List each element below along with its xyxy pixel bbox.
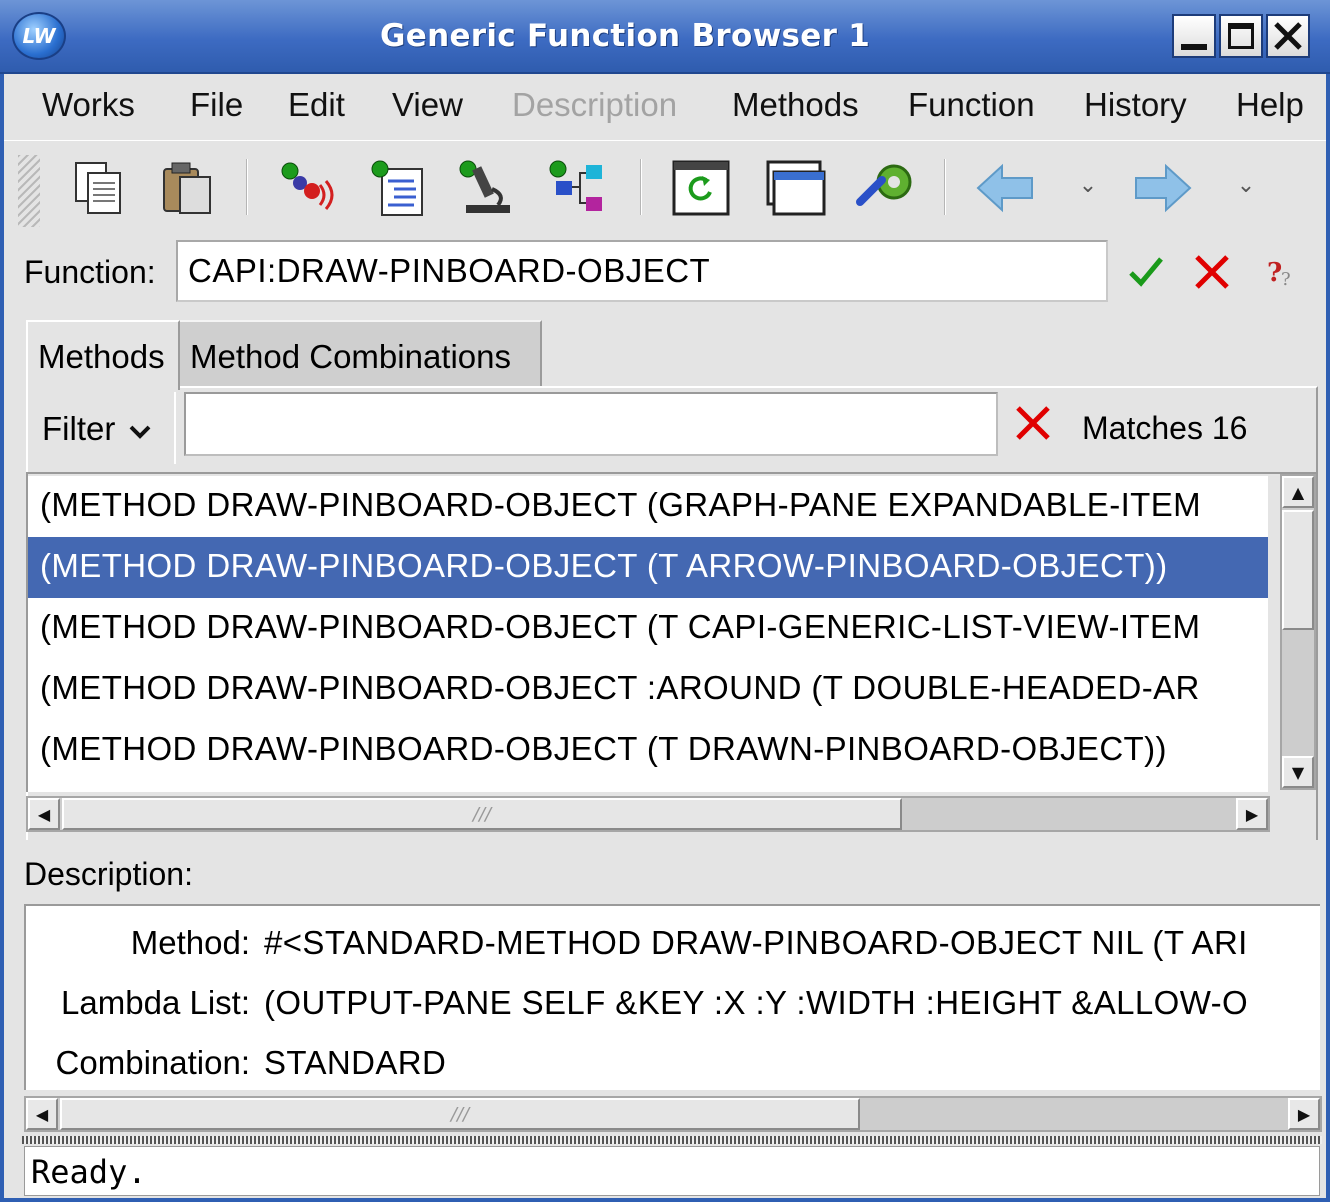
list-item[interactable]: (METHOD DRAW-PINBOARD-OBJECT (T DRAWN-PI…	[28, 720, 1268, 781]
scroll-right-icon[interactable]: ▶	[1288, 1098, 1320, 1130]
method-value: #<STANDARD-METHOD DRAW-PINBOARD-OBJECT N…	[264, 924, 1248, 961]
accept-check-icon[interactable]	[1126, 252, 1166, 292]
method-key: Method:	[130, 924, 250, 961]
description-pane[interactable]: Method: #<STANDARD-METHOD DRAW-PINBOARD-…	[24, 904, 1320, 1090]
function-input[interactable]: CAPI:DRAW-PINBOARD-OBJECT	[176, 240, 1108, 302]
pane-splitter[interactable]	[22, 1136, 1322, 1144]
menu-works[interactable]: Works	[42, 86, 135, 124]
forward-arrow-icon[interactable]	[1130, 157, 1196, 219]
class-hierarchy-icon[interactable]	[544, 157, 610, 219]
horizontal-scroll-thumb[interactable]: ///	[60, 1098, 860, 1130]
menu-edit[interactable]: Edit	[288, 86, 345, 124]
back-arrow-icon[interactable]	[972, 157, 1038, 219]
combination-key: Combination:	[55, 1044, 250, 1081]
close-icon	[1274, 22, 1302, 50]
function-label: Function:	[24, 254, 156, 290]
window-icon[interactable]	[762, 157, 828, 219]
description-lambda-row: Lambda List: (OUTPUT-PANE SELF &KEY :X :…	[26, 972, 1320, 1028]
svg-text:?: ?	[1267, 258, 1282, 288]
window-title: Generic Function Browser 1	[380, 18, 871, 54]
filter-input[interactable]	[184, 392, 998, 456]
cancel-x-icon[interactable]	[1192, 252, 1232, 292]
lambda-list-value: (OUTPUT-PANE SELF &KEY :X :Y :WIDTH :HEI…	[264, 984, 1249, 1021]
list-item[interactable]: (METHOD DRAW-PINBOARD-OBJECT (GRAPH-PANE…	[28, 476, 1268, 537]
filter-dropdown[interactable]: Filter	[28, 392, 176, 464]
app-logo-icon[interactable]: LW	[12, 12, 66, 60]
methods-list[interactable]: (METHOD DRAW-PINBOARD-OBJECT (GRAPH-PANE…	[28, 476, 1268, 792]
microscope-icon[interactable]	[454, 157, 520, 219]
inspect-icon[interactable]	[274, 157, 340, 219]
menu-function[interactable]: Function	[908, 86, 1035, 124]
list-horizontal-scrollbar[interactable]: ◀ /// ▶	[26, 796, 1270, 832]
menu-description[interactable]: Description	[512, 86, 677, 124]
vertical-scroll-thumb[interactable]	[1282, 510, 1314, 630]
menu-help[interactable]: Help	[1236, 86, 1304, 124]
menu-history[interactable]: History	[1084, 86, 1187, 124]
class-browser-icon[interactable]	[364, 157, 430, 219]
description-method-row: Method: #<STANDARD-METHOD DRAW-PINBOARD-…	[26, 912, 1320, 968]
minimize-button[interactable]	[1172, 14, 1216, 58]
status-bar: Ready.	[24, 1146, 1320, 1196]
toolbar-separator	[246, 159, 248, 215]
toolbar: ⌄ ⌄	[4, 140, 1326, 232]
list-item-selected[interactable]: (METHOD DRAW-PINBOARD-OBJECT (T ARROW-PI…	[28, 537, 1268, 598]
help-question-icon[interactable]: ??	[1262, 252, 1302, 292]
copy-icon[interactable]	[66, 157, 132, 219]
tools-icon[interactable]	[854, 157, 920, 219]
menu-view[interactable]: View	[392, 86, 463, 124]
scroll-up-icon[interactable]: ▲	[1282, 476, 1314, 508]
maximize-icon	[1228, 23, 1254, 49]
scroll-left-icon[interactable]: ◀	[26, 1098, 58, 1130]
list-vertical-scrollbar[interactable]: ▲ ▼	[1280, 474, 1316, 790]
svg-text:?: ?	[1281, 269, 1291, 290]
tab-methods[interactable]: Methods	[26, 320, 180, 390]
tab-method-combinations[interactable]: Method Combinations	[180, 320, 542, 386]
scroll-left-icon[interactable]: ◀	[28, 798, 60, 830]
menu-file[interactable]: File	[190, 86, 243, 124]
maximize-button[interactable]	[1219, 14, 1263, 58]
toolbar-grip[interactable]	[18, 155, 40, 227]
back-history-dropdown[interactable]: ⌄	[1074, 171, 1102, 199]
toolbar-separator	[640, 159, 642, 215]
lambda-list-key: Lambda List:	[61, 984, 250, 1021]
description-label: Description:	[24, 856, 193, 892]
menu-methods[interactable]: Methods	[732, 86, 859, 124]
forward-history-dropdown[interactable]: ⌄	[1232, 171, 1260, 199]
app-window: LW Generic Function Browser 1 Works File…	[0, 0, 1330, 1202]
list-item[interactable]: (METHOD DRAW-PINBOARD-OBJECT (T CAPI-GEN…	[28, 598, 1268, 659]
list-item[interactable]: (METHOD DRAW-PINBOARD-OBJECT :AROUND (T …	[28, 659, 1268, 720]
scroll-right-icon[interactable]: ▶	[1236, 798, 1268, 830]
match-count: Matches 16	[1082, 410, 1248, 446]
paste-icon[interactable]	[154, 157, 220, 219]
close-button[interactable]	[1266, 14, 1310, 58]
clear-filter-icon[interactable]	[1014, 404, 1054, 444]
scroll-down-icon[interactable]: ▼	[1282, 756, 1314, 788]
chevron-down-icon	[129, 425, 150, 439]
refresh-icon[interactable]	[668, 157, 734, 219]
filter-label: Filter	[42, 410, 116, 447]
combination-value: STANDARD	[264, 1044, 447, 1081]
horizontal-scroll-thumb[interactable]: ///	[62, 798, 902, 830]
toolbar-separator	[944, 159, 946, 215]
menu-bar: Works File Edit View Description Methods…	[4, 74, 1326, 138]
minimize-icon	[1181, 44, 1207, 50]
description-combination-row: Combination: STANDARD	[26, 1032, 1320, 1088]
title-bar[interactable]: LW Generic Function Browser 1	[0, 0, 1330, 74]
description-horizontal-scrollbar[interactable]: ◀ /// ▶	[24, 1096, 1322, 1132]
